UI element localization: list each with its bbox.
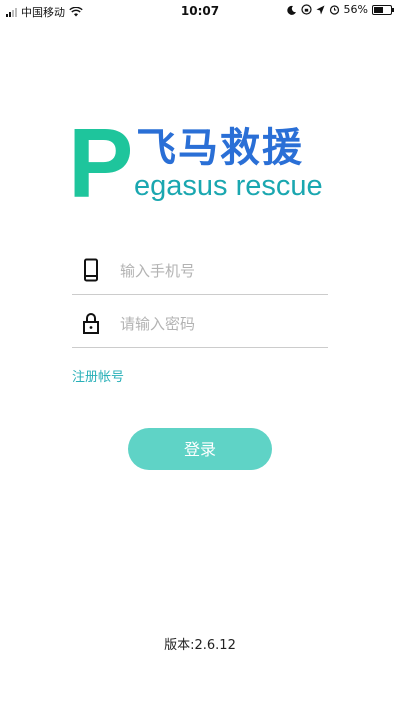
status-right: 56% [286,3,394,16]
battery-icon [372,4,394,15]
version-label: 版本:2.6.12 [164,638,236,653]
lock-rotation-icon [300,4,312,15]
status-bar: 中国移动 10:07 56% [0,0,400,22]
battery-fill [374,6,383,13]
logo-english-name: egasus rescue [134,170,323,202]
moon-icon [286,5,296,15]
lock-icon [83,313,99,334]
password-input[interactable] [120,311,320,337]
battery-percent: 56% [343,3,368,16]
phone-input[interactable] [120,258,320,284]
logo-p-letter: P [68,108,134,218]
phone-icon [84,258,98,282]
register-link[interactable]: 注册帐号 [72,366,124,385]
logo-chinese-name: 飞马救援 [136,125,304,171]
location-icon [316,5,325,14]
login-button[interactable]: 登录 [128,428,272,470]
phone-field [72,250,328,295]
password-field [72,303,328,348]
alarm-icon [329,5,339,15]
app-logo: P 飞马救援 egasus rescue [68,108,333,218]
